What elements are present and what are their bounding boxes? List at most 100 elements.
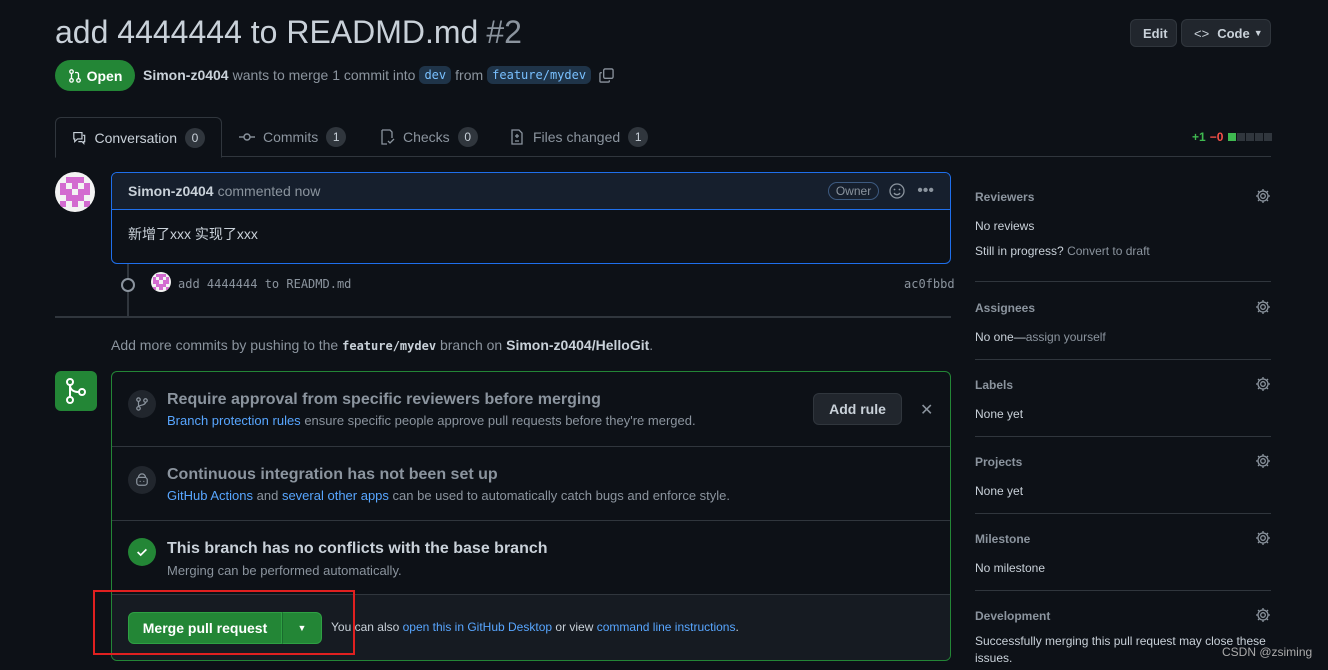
comment-icon bbox=[73, 131, 86, 145]
code-icon: <> bbox=[1194, 25, 1210, 41]
branch-protection-link[interactable]: Branch protection rules bbox=[167, 413, 301, 428]
divider bbox=[975, 513, 1271, 514]
deletions: −0 bbox=[1209, 130, 1224, 144]
milestone-value: No milestone bbox=[975, 561, 1046, 575]
gear-icon[interactable] bbox=[1255, 299, 1271, 315]
ci-row: Continuous integration has not been set … bbox=[112, 447, 950, 521]
tab-conversation[interactable]: Conversation 0 bbox=[55, 117, 222, 158]
code-button[interactable]: <> Code ▼ bbox=[1181, 19, 1271, 47]
divider bbox=[975, 436, 1271, 437]
gear-icon[interactable] bbox=[1255, 607, 1271, 623]
convert-to-draft-link[interactable]: Convert to draft bbox=[1067, 244, 1150, 258]
divider bbox=[55, 316, 951, 318]
head-branch[interactable]: feature/mydev bbox=[487, 66, 592, 84]
divider bbox=[975, 359, 1271, 360]
commit-message-link[interactable]: add 4444444 to READMD.md bbox=[178, 277, 351, 291]
commit-avatar[interactable] bbox=[151, 272, 171, 292]
push-hint-prefix: Add more commits by pushing to the bbox=[111, 337, 339, 353]
copy-icon[interactable] bbox=[599, 68, 614, 83]
divider bbox=[975, 281, 1271, 282]
gear-icon[interactable] bbox=[1255, 530, 1271, 546]
ci-and: and bbox=[256, 488, 279, 503]
tab-commits[interactable]: Commits 1 bbox=[223, 117, 362, 157]
commit-icon bbox=[121, 278, 135, 292]
assign-yourself-link[interactable]: assign yourself bbox=[1026, 330, 1106, 344]
labels-title: Labels bbox=[975, 378, 1014, 392]
alt-mid: or view bbox=[555, 620, 594, 634]
projects-value: None yet bbox=[975, 484, 1024, 498]
milestone-title: Milestone bbox=[975, 532, 1031, 546]
sidebar-projects: Projects None yet bbox=[975, 453, 1271, 500]
author-link[interactable]: Simon-z0404 bbox=[143, 67, 229, 83]
tab-files-changed[interactable]: Files changed 1 bbox=[493, 117, 664, 157]
development-title: Development bbox=[975, 609, 1051, 623]
alternative-merge-text: You can also open this in GitHub Desktop… bbox=[331, 620, 739, 634]
repo-link[interactable]: Simon-z0404/HelloGit bbox=[506, 337, 649, 353]
comment-card: Simon-z0404 commented now Owner ••• 新增了x… bbox=[111, 172, 951, 264]
tab-checks[interactable]: Checks 0 bbox=[363, 117, 494, 157]
push-hint-middle: branch on bbox=[439, 337, 503, 353]
tab-label: Files changed bbox=[533, 129, 621, 145]
diffstat-bar bbox=[1227, 130, 1273, 144]
close-icon[interactable]: ✕ bbox=[920, 400, 933, 420]
pr-number: #2 bbox=[486, 14, 522, 50]
page-title: add 4444444 to READMD.md #2 bbox=[55, 14, 522, 51]
conflicts-row: This branch has no conflicts with the ba… bbox=[112, 521, 950, 595]
comment-author[interactable]: Simon-z0404 bbox=[128, 183, 214, 199]
add-rule-label: Add rule bbox=[829, 401, 886, 417]
sidebar-labels: Labels None yet bbox=[975, 376, 1271, 423]
push-hint-suffix: . bbox=[649, 337, 654, 353]
reviewers-value: No reviews bbox=[975, 219, 1035, 233]
comment-header: Simon-z0404 commented now Owner ••• bbox=[112, 173, 950, 210]
ci-text: can be used to automatically catch bugs … bbox=[392, 488, 731, 503]
tab-label: Commits bbox=[263, 129, 319, 145]
status-badge-label: Open bbox=[86, 67, 123, 84]
divider bbox=[975, 590, 1271, 591]
tab-count: 0 bbox=[185, 127, 205, 148]
rule-text: ensure specific people approve pull requ… bbox=[304, 413, 696, 428]
base-branch[interactable]: dev bbox=[419, 66, 452, 84]
rule-title: Require approval from specific reviewers… bbox=[167, 391, 601, 408]
progress-question: Still in progress? bbox=[975, 243, 1064, 258]
meta-action: wants to merge 1 commit into bbox=[232, 67, 416, 83]
gear-icon[interactable] bbox=[1255, 376, 1271, 392]
sidebar-assignees: Assignees No one—assign yourself bbox=[975, 299, 1271, 346]
command-line-link[interactable]: command line instructions bbox=[597, 620, 736, 634]
github-actions-link[interactable]: GitHub Actions bbox=[167, 488, 253, 503]
edit-button-label: Edit bbox=[1143, 25, 1168, 41]
edit-button[interactable]: Edit bbox=[1130, 19, 1177, 47]
conflict-text: Merging can be performed automatically. bbox=[167, 563, 402, 578]
open-desktop-link[interactable]: open this in GitHub Desktop bbox=[403, 620, 552, 634]
projects-title: Projects bbox=[975, 455, 1023, 469]
owner-badge: Owner bbox=[827, 182, 880, 200]
additions: +1 bbox=[1192, 130, 1206, 144]
other-apps-link[interactable]: several other apps bbox=[282, 488, 389, 503]
watermark: CSDN @zsiming bbox=[1222, 645, 1313, 659]
assignees-value: No one— bbox=[975, 330, 1026, 344]
commit-sha-link[interactable]: ac0fbbd bbox=[904, 277, 955, 291]
tab-count: 0 bbox=[457, 127, 478, 147]
gear-icon[interactable] bbox=[1255, 188, 1271, 204]
kebab-menu-icon[interactable]: ••• bbox=[917, 182, 934, 200]
code-button-label: Code bbox=[1217, 25, 1250, 41]
conflict-title: This branch has no conflicts with the ba… bbox=[167, 540, 548, 557]
pr-tabs: Conversation 0 Commits 1 Checks 0 Files … bbox=[55, 117, 1271, 158]
add-rule-button[interactable]: Add rule bbox=[813, 393, 902, 425]
sidebar-reviewers: Reviewers No reviews Still in progress? … bbox=[975, 188, 1271, 260]
check-icon bbox=[128, 538, 156, 566]
comment-time[interactable]: commented now bbox=[218, 183, 321, 199]
reviewers-title: Reviewers bbox=[975, 190, 1035, 204]
commit-icon bbox=[239, 133, 255, 141]
pr-title-text: add 4444444 to READMD.md bbox=[55, 14, 479, 50]
robot-icon bbox=[128, 466, 156, 494]
gear-icon[interactable] bbox=[1255, 453, 1271, 469]
file-diff-icon bbox=[511, 129, 523, 145]
caret-down-icon: ▼ bbox=[1253, 28, 1263, 38]
assignees-title: Assignees bbox=[975, 301, 1036, 315]
ci-title: Continuous integration has not been set … bbox=[167, 466, 498, 483]
pull-request-icon bbox=[68, 68, 81, 83]
tab-label: Conversation bbox=[94, 129, 178, 146]
smiley-icon[interactable] bbox=[889, 183, 905, 199]
avatar[interactable] bbox=[55, 172, 95, 212]
meta-from: from bbox=[455, 67, 484, 83]
